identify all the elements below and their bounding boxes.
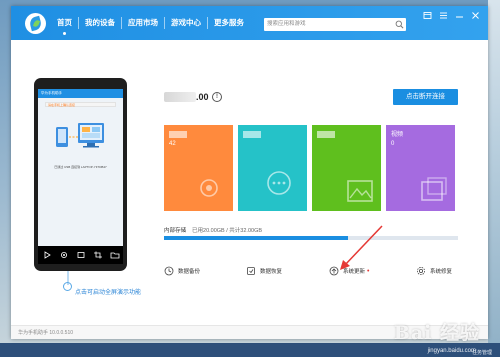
storage-usage: 已用20.00GB / 共计32.00GB — [192, 228, 263, 234]
tile-label — [243, 131, 261, 141]
annotation-arrow-icon — [340, 225, 383, 270]
record-icon[interactable] — [59, 251, 69, 259]
clock-icon — [164, 266, 174, 276]
tile-label-redacted — [243, 131, 261, 138]
category-tile-images[interactable]: 42 — [164, 125, 233, 211]
info-icon[interactable]: ! — [212, 92, 222, 102]
menu-icon[interactable] — [439, 11, 448, 20]
photo-icon — [347, 180, 373, 202]
phone-screen[interactable]: 华为手机助手 请在手机上确认连接 已通过 USB 连接到 LAPTOP-YF7D… — [38, 89, 123, 246]
phone-control-bar — [38, 246, 123, 264]
device-model-suffix: .00 — [196, 92, 209, 102]
app-logo-icon — [25, 13, 46, 34]
restore-label: 数据恢复 — [260, 269, 283, 275]
main-nav: 首页 我的设备 应用市场 游戏中心 更多服务 — [51, 6, 250, 40]
window-controls — [423, 11, 480, 20]
search-placeholder: 搜索应用和游戏 — [267, 21, 306, 27]
phone-assistant-window: 首页 我的设备 应用市场 游戏中心 更多服务 搜索应用和游戏 华为手机助手 请在… — [11, 6, 488, 339]
gear-icon — [417, 267, 425, 275]
skin-icon[interactable] — [423, 11, 432, 20]
close-icon[interactable] — [471, 11, 480, 20]
nav-item-4[interactable]: 更多服务 — [208, 6, 250, 40]
tile-count: 42 — [169, 141, 176, 147]
system-repair-label: 系统修复 — [430, 269, 453, 275]
tile-label-redacted — [169, 131, 187, 138]
storage-progress-bar — [164, 236, 458, 240]
phone-screen-tip: 请在手机上确认连接 — [45, 102, 116, 107]
play-icon[interactable] — [42, 251, 52, 259]
baidu-watermark-url: jingyan.baidu.com — [427, 348, 476, 354]
connection-illustration-icon — [56, 123, 104, 148]
titlebar: 首页 我的设备 应用市场 游戏中心 更多服务 搜索应用和游戏 — [11, 6, 488, 40]
fullscreen-demo-hint[interactable]: 点击可启动全屏演示功能 — [75, 288, 165, 298]
desktop-background-right — [488, 0, 500, 357]
baidu-watermark: Bai 经验 — [393, 322, 480, 344]
category-tile-videos[interactable]: 视频 0 — [386, 125, 455, 211]
screenshot-icon[interactable] — [76, 251, 86, 259]
search-icon[interactable] — [395, 20, 404, 29]
restore-button[interactable]: 数据恢复 — [246, 265, 282, 277]
video-icon — [421, 177, 447, 201]
minimize-icon[interactable] — [455, 11, 464, 20]
phone-preview[interactable]: 华为手机助手 请在手机上确认连接 已通过 USB 连接到 LAPTOP-YF7D… — [34, 78, 127, 271]
nav-item-0[interactable]: 首页 — [51, 6, 78, 40]
tile-label — [317, 131, 335, 141]
backup-button[interactable]: 数据备份 — [164, 265, 200, 277]
nav-item-3[interactable]: 游戏中心 — [165, 6, 207, 40]
disconnect-button[interactable]: 点击断开连接 — [393, 89, 458, 105]
hint-marker-icon — [63, 282, 72, 291]
restore-icon — [247, 267, 255, 275]
system-repair-button[interactable]: 系统修复 — [416, 265, 452, 277]
crop-icon[interactable] — [93, 251, 103, 259]
chat-icon — [267, 171, 291, 195]
nav-item-1[interactable]: 我的设备 — [79, 6, 121, 40]
search-input[interactable]: 搜索应用和游戏 — [264, 18, 406, 31]
backup-label: 数据备份 — [178, 269, 201, 275]
tile-count: 0 — [391, 141, 395, 147]
device-actions: 数据备份 数据恢复 系统更新 • 系统修复 — [164, 265, 458, 277]
tile-label-redacted — [317, 131, 335, 138]
phone-screen-text: 已通过 USB 连接到 LAPTOP-YF7DB47 — [54, 165, 107, 169]
device-model-redacted — [164, 92, 196, 102]
storage-summary: 内部存储 已用20.00GB / 共计32.00GB — [164, 226, 262, 234]
image-icon — [200, 179, 218, 197]
category-tile-photos[interactable] — [312, 125, 381, 211]
storage-progress-fill — [164, 236, 348, 240]
phone-screen-title: 华为手机助手 — [38, 89, 123, 98]
category-tile-messages[interactable] — [238, 125, 307, 211]
nav-item-2[interactable]: 应用市场 — [122, 6, 164, 40]
tile-label: 视频 — [391, 132, 404, 138]
taskbar: 任务管理 — [0, 343, 500, 357]
storage-label: 内部存储 — [164, 228, 187, 234]
folder-icon[interactable] — [110, 251, 120, 259]
app-version: 华为手机助手 10.0.0.510 — [18, 330, 74, 336]
